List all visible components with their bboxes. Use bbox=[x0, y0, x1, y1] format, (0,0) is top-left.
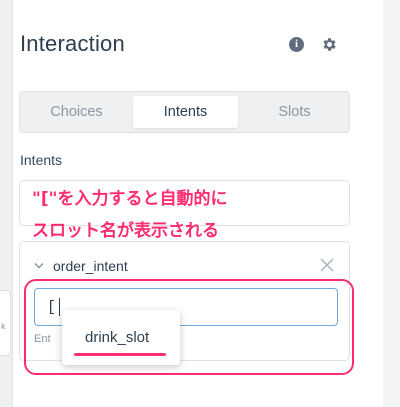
info-icon[interactable]: i bbox=[289, 37, 304, 52]
tab-bar: Choices Intents Slots bbox=[19, 91, 350, 133]
input-helper-text: Ent bbox=[34, 333, 51, 345]
tab-intents[interactable]: Intents bbox=[133, 96, 238, 128]
canvas-node-label: k bbox=[1, 322, 6, 331]
text-caret bbox=[59, 298, 60, 316]
slot-suggestion-item[interactable]: drink_slot bbox=[85, 329, 149, 346]
close-icon[interactable] bbox=[320, 258, 334, 272]
intent-name: order_intent bbox=[53, 258, 128, 274]
chevron-down-icon[interactable] bbox=[34, 262, 44, 270]
panel-scroll-gutter bbox=[383, 0, 400, 407]
tab-choices[interactable]: Choices bbox=[24, 96, 129, 128]
annotation-line-1: "["を入力すると自動的に bbox=[32, 189, 228, 209]
gear-icon[interactable] bbox=[321, 36, 338, 53]
panel-title: Interaction bbox=[20, 31, 125, 56]
annotation-underline bbox=[74, 353, 166, 356]
annotation-callout: "["を入力すると自動的に スロット名が表示される bbox=[32, 183, 227, 247]
interaction-page: k Interaction i Choices Intents Slots In… bbox=[0, 0, 400, 407]
tab-slots[interactable]: Slots bbox=[242, 96, 347, 128]
intents-section-label: Intents bbox=[20, 152, 63, 168]
